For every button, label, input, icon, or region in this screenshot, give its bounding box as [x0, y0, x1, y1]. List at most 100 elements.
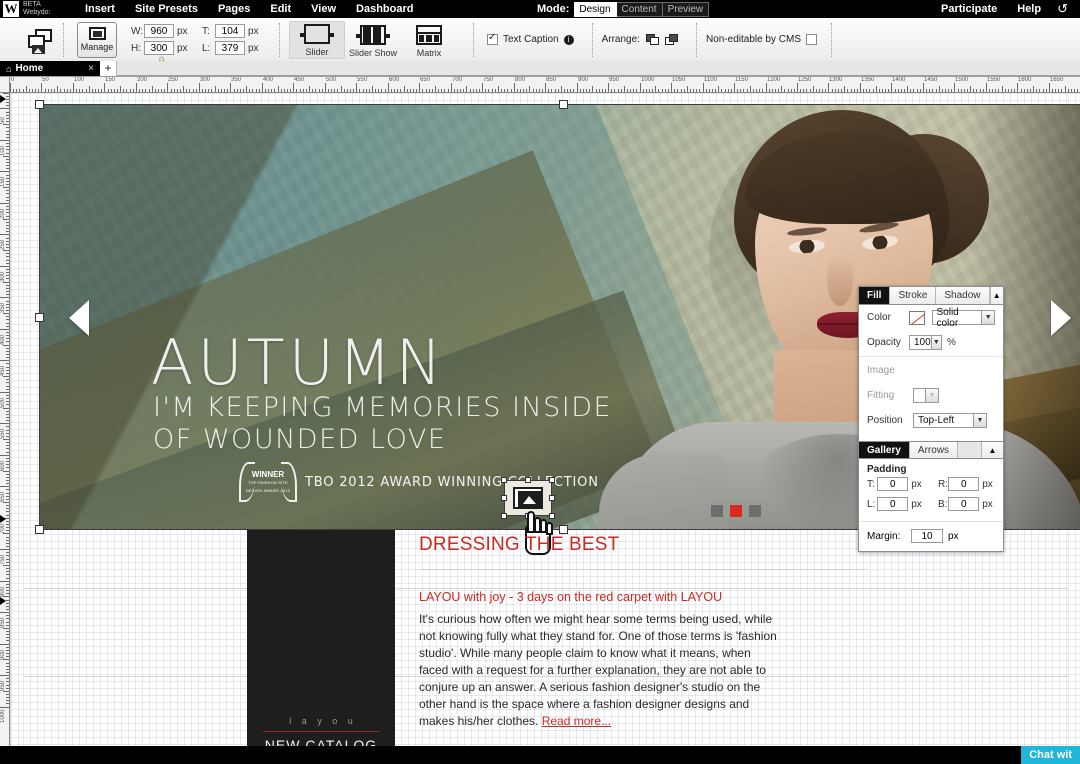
- padding-bottom-input[interactable]: [948, 497, 979, 511]
- menu-item-insert[interactable]: Insert: [75, 0, 125, 18]
- width-input[interactable]: [144, 24, 174, 38]
- layout-slider-button[interactable]: Slider: [289, 21, 345, 59]
- placeholder-handle-ml[interactable]: [501, 495, 507, 501]
- top-unit: px: [248, 26, 261, 37]
- badge-sub-2: DESIGN AWARD 2012: [239, 487, 297, 495]
- fitting-select[interactable]: ▼: [913, 388, 939, 403]
- main-menu: Insert Site Presets Pages Edit View Dash…: [75, 0, 424, 18]
- resize-handle-tc[interactable]: [559, 100, 568, 109]
- resize-handle-bc[interactable]: [559, 525, 568, 534]
- position-select[interactable]: Top-Left ▼: [913, 413, 987, 428]
- close-icon[interactable]: ×: [88, 63, 94, 74]
- top-menu-bar: W BETA Webydo: Insert Site Presets Pages…: [0, 0, 1080, 18]
- color-swatch[interactable]: [909, 311, 925, 325]
- tab-shadow[interactable]: Shadow: [936, 287, 989, 304]
- read-more-link[interactable]: Read more...: [542, 714, 611, 728]
- manage-label: Manage: [81, 42, 114, 52]
- gallery-arrows-tabs: Gallery Arrows ▲: [859, 441, 1003, 459]
- height-input[interactable]: [144, 41, 174, 55]
- padding-left-unit: px: [908, 499, 924, 510]
- top-input[interactable]: [215, 24, 245, 38]
- layout-slider-show-label: Slider Show: [349, 48, 397, 58]
- prev-arrow-icon[interactable]: [69, 300, 89, 336]
- collapse-fill-section-icon[interactable]: ▲: [990, 287, 1004, 304]
- panel-divider-1: [859, 356, 1003, 357]
- tab-stroke[interactable]: Stroke: [890, 287, 936, 304]
- placeholder-handle-tc[interactable]: [525, 477, 531, 483]
- menu-item-participate[interactable]: Participate: [931, 0, 1007, 18]
- ruler-corner: [0, 77, 10, 93]
- mode-content-button[interactable]: Content: [617, 2, 663, 17]
- menu-item-view[interactable]: View: [301, 0, 346, 18]
- tab-arrows[interactable]: Arrows: [910, 442, 958, 458]
- fill-type-select[interactable]: Solid color ▼: [932, 310, 995, 325]
- add-page-button[interactable]: +: [100, 61, 117, 76]
- vertical-ruler[interactable]: 5010015020025030035040045050055060065070…: [0, 77, 10, 764]
- padding-right-input[interactable]: [948, 477, 979, 491]
- height-label: H:: [131, 43, 144, 54]
- slider-dot-1[interactable]: [711, 505, 723, 517]
- menu-item-edit[interactable]: Edit: [260, 0, 301, 18]
- article-block[interactable]: DRESSING THE BEST LAYOU with joy - 3 day…: [419, 534, 879, 746]
- slider-dot-2[interactable]: [730, 505, 742, 517]
- menu-item-pages[interactable]: Pages: [208, 0, 260, 18]
- placeholder-handle-mr[interactable]: [549, 495, 555, 501]
- padding-bottom-label: B:: [938, 499, 948, 510]
- chevron-down-icon-position[interactable]: ▼: [973, 414, 986, 427]
- margin-input[interactable]: [911, 529, 943, 543]
- slider-dot-3[interactable]: [749, 505, 761, 517]
- guide-marker[interactable]: [0, 515, 6, 523]
- next-arrow-icon[interactable]: [1051, 300, 1071, 336]
- padding-left-input[interactable]: [877, 497, 908, 511]
- tab-fill[interactable]: Fill: [859, 287, 890, 304]
- catalog-brand: l a y o u: [247, 716, 395, 726]
- webydo-logo: W: [3, 1, 19, 17]
- guide-marker[interactable]: [0, 597, 6, 605]
- refresh-icon[interactable]: ↺: [1051, 1, 1074, 17]
- menu-item-site-presets[interactable]: Site Presets: [125, 0, 208, 18]
- text-caption-checkbox[interactable]: [487, 34, 498, 45]
- slider-show-icon: [360, 25, 386, 45]
- properties-panel[interactable]: Fill Stroke Shadow ▲ Color Solid color ▼…: [858, 286, 1004, 552]
- menu-item-dashboard[interactable]: Dashboard: [346, 0, 423, 18]
- layout-slider-show-button[interactable]: Slider Show: [345, 21, 401, 59]
- article-body: It's curious how often we might hear som…: [419, 611, 779, 730]
- bring-to-front-icon[interactable]: [646, 34, 659, 46]
- image-row: Image: [859, 358, 1003, 383]
- cms-checkbox[interactable]: [806, 34, 817, 45]
- padding-right-unit: px: [979, 479, 995, 490]
- resize-handle-tl[interactable]: [35, 100, 44, 109]
- chevron-down-icon[interactable]: ▼: [981, 311, 994, 324]
- info-icon[interactable]: i: [564, 35, 574, 45]
- resize-handle-ml[interactable]: [35, 313, 44, 322]
- left-input[interactable]: [215, 41, 245, 55]
- opacity-select[interactable]: 100 ▼: [909, 335, 942, 350]
- menu-item-help[interactable]: Help: [1007, 0, 1051, 18]
- dimension-fields: W: px T: px H: px L: px: [131, 23, 261, 57]
- slider-icon: [304, 24, 330, 44]
- article-divider: [419, 569, 866, 570]
- chat-widget-button[interactable]: Chat wit: [1021, 746, 1080, 764]
- manage-button[interactable]: Manage: [77, 22, 117, 58]
- placeholder-handle-tl[interactable]: [501, 477, 507, 483]
- chevron-down-icon-fitting[interactable]: ▼: [925, 389, 938, 402]
- placeholder-handle-bl[interactable]: [501, 513, 507, 519]
- padding-title: Padding: [859, 459, 1003, 477]
- catalog-rule-top: [263, 731, 379, 732]
- mode-preview-button[interactable]: Preview: [663, 2, 710, 17]
- toolbar-separator-3: [473, 23, 474, 57]
- layout-matrix-button[interactable]: Matrix: [401, 21, 457, 59]
- article-body-text: It's curious how often we might hear som…: [419, 612, 777, 728]
- catalog-promo-box[interactable]: l a y o u NEW CATALOG With LOVE for you …: [247, 530, 395, 746]
- collapse-gallery-section-icon[interactable]: ▲: [981, 442, 1003, 458]
- page-tab-home[interactable]: ⌂ Home ×: [0, 61, 100, 76]
- padding-top-input[interactable]: [877, 477, 908, 491]
- horizontal-ruler[interactable]: 0501001502002503003504004505005506006507…: [10, 77, 1080, 93]
- resize-handle-bl[interactable]: [35, 525, 44, 534]
- guide-marker[interactable]: [0, 95, 6, 103]
- placeholder-handle-tr[interactable]: [549, 477, 555, 483]
- mode-design-button[interactable]: Design: [574, 2, 616, 17]
- tab-gallery[interactable]: Gallery: [859, 442, 910, 458]
- send-to-back-icon[interactable]: [665, 34, 678, 46]
- chevron-down-icon-opacity[interactable]: ▼: [931, 336, 941, 349]
